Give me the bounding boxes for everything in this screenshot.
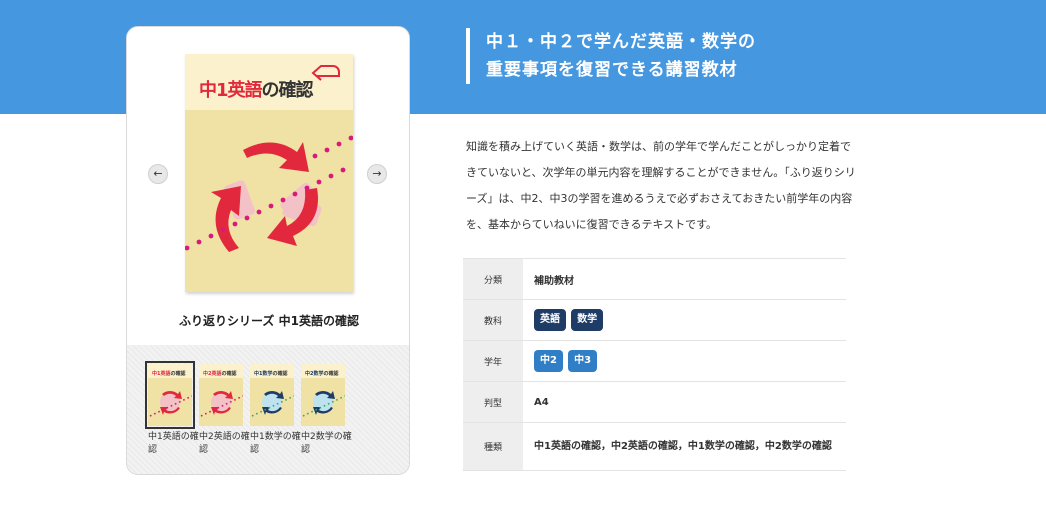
- product-name: ふり返りシリーズ 中1英語の確認: [179, 314, 359, 328]
- cover-title: 中1英語の確認: [199, 76, 314, 102]
- spec-value-size: A4: [534, 396, 549, 408]
- spec-label: 判型: [463, 381, 523, 423]
- thumbnail-title: 中1数学の確認: [254, 371, 288, 377]
- table-row: 分類 補助教材: [463, 258, 846, 300]
- cover-title-suffix: の確認: [261, 80, 314, 101]
- subject-tag-english[interactable]: 英語: [534, 309, 566, 331]
- spec-label: 学年: [463, 340, 523, 382]
- cover-image[interactable]: 中1英語の確認: [185, 54, 353, 292]
- cover-viewer: 中1英語の確認 ← → ふり返りシリーズ 中1英語の確認: [127, 27, 409, 345]
- next-arrow-button[interactable]: →: [367, 164, 387, 184]
- table-row: 種類 中1英語の確認，中2英語の確認，中1数学の確認，中2数学の確認: [463, 422, 846, 471]
- table-row: 判型 A4: [463, 381, 846, 423]
- thumbnail-strip: 中1英語の確認 中1英語の確認 中2英語の確認 中2英語の確認 中1数学の確認 …: [127, 345, 409, 474]
- thumbnail-title: 中2英語の確認: [203, 371, 237, 377]
- product-card: 中1英語の確認 ← → ふり返りシリーズ 中1英語の確認 中1英語の確認 中1英…: [126, 26, 410, 475]
- grade-tag-3[interactable]: 中3: [568, 350, 598, 372]
- spec-label: 分類: [463, 258, 523, 300]
- spec-value-grades: 中2 中3: [523, 341, 846, 382]
- thumbnail-1[interactable]: 中1英語の確認: [145, 361, 195, 429]
- spec-table: 分類 補助教材 教科 英語 数学 学年 中2 中3 判型 A4 種類 中1英語の…: [463, 258, 846, 471]
- grade-tag-2[interactable]: 中2: [534, 350, 563, 372]
- thumbnail-label-3[interactable]: 中1数学の確認: [250, 431, 302, 457]
- thumbnail-3[interactable]: 中1数学の確認: [250, 364, 294, 426]
- spec-value-kinds: 中1英語の確認，中2英語の確認，中1数学の確認，中2数学の確認: [523, 423, 846, 471]
- thumbnail-2[interactable]: 中2英語の確認: [199, 364, 243, 426]
- thumbnail-label-2[interactable]: 中2英語の確認: [199, 431, 251, 457]
- thumbnail-title: 中1英語の確認: [152, 371, 186, 377]
- table-row: 学年 中2 中3: [463, 340, 846, 382]
- thumbnail-4[interactable]: 中2数学の確認: [301, 364, 345, 426]
- table-row: 教科 英語 数学: [463, 299, 846, 341]
- spec-label: 種類: [463, 422, 523, 471]
- spec-label: 教科: [463, 299, 523, 341]
- product-description: 知識を積み上げていく英語・数学は、前の学年で学んだことがしっかり定着できていない…: [466, 140, 856, 231]
- kinds-text: 中1英語の確認，中2英語の確認，中1数学の確認，中2数学の確認: [534, 441, 832, 452]
- subject-tag-math[interactable]: 数学: [571, 309, 604, 331]
- thumbnail-label-4[interactable]: 中2数学の確認: [301, 431, 353, 457]
- spec-value-category: 補助教材: [534, 275, 574, 287]
- spec-value-subjects: 英語 数学: [523, 300, 846, 341]
- prev-arrow-button[interactable]: ←: [148, 164, 168, 184]
- page-heading: 中１・中２で学んだ英語・数学の 重要事項を復習できる講習教材: [466, 28, 756, 84]
- cover-title-main: 中1英語: [199, 80, 263, 101]
- heading-line-2: 重要事項を復習できる講習教材: [486, 60, 738, 80]
- thumbnail-label-1[interactable]: 中1英語の確認: [148, 431, 200, 457]
- heading-line-1: 中１・中２で学んだ英語・数学の: [486, 32, 756, 52]
- thumbnail-title: 中2数学の確認: [305, 371, 339, 377]
